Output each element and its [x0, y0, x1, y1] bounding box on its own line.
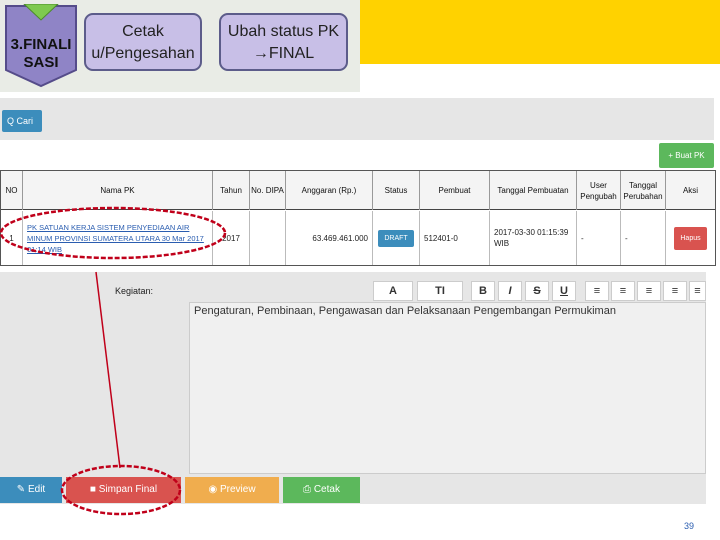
cell-tanggal-perubahan: -: [621, 211, 666, 265]
header-pembuat: Pembuat: [420, 171, 490, 210]
header-aksi: Aksi: [682, 186, 699, 195]
hapus-button[interactable]: Hapus: [674, 226, 707, 250]
simpan-final-label: Simpan Final: [98, 484, 158, 495]
edit-icon: ✎: [16, 484, 26, 495]
header-no-dipa: No. DIPA: [250, 171, 286, 210]
header-user-pengubah: User Pengubah: [577, 171, 621, 210]
page-number: 39: [684, 521, 695, 531]
save-icon: ■: [89, 484, 96, 495]
cell-tanggal-pembuatan: 2017-03-30 01:15:39 WIB: [490, 211, 577, 265]
text-height-dropdown[interactable]: TI: [417, 281, 463, 301]
align-left-icon[interactable]: ≡: [637, 281, 661, 301]
step-badge: 3.FINALI SASI: [4, 4, 78, 88]
add-pk-button[interactable]: + Buat PK: [659, 143, 714, 168]
header-tanggal-perubahan: Tanggal Perubahan: [621, 171, 666, 210]
action-bar: ✎ Edit ■ Simpan Final ◉ Preview ⎙ Cetak: [0, 476, 706, 504]
italic-button[interactable]: I: [498, 281, 522, 301]
kegiatan-label: Kegiatan:: [115, 286, 154, 296]
cell-user-pengubah: -: [577, 211, 621, 265]
header-anggaran: Anggaran (Rp.): [286, 171, 373, 210]
cetak-button[interactable]: ⎙ Cetak: [283, 477, 360, 503]
cell-status: DRAFT: [373, 211, 420, 265]
kegiatan-editor: Kegiatan: A TI B I S U ≡ ≡ ≡ ≡ ≡ Pengatu…: [0, 272, 706, 476]
step-label: 3.FINALI SASI: [10, 36, 72, 71]
underline-button[interactable]: U: [552, 281, 576, 301]
ubah-status-final-button[interactable]: Ubah status PK →FINAL: [219, 13, 348, 71]
yellow-highlight-box: [360, 0, 720, 64]
status-badge: DRAFT: [378, 229, 414, 247]
strikethrough-button[interactable]: S: [525, 281, 549, 301]
preview-button[interactable]: ◉ Preview: [185, 477, 279, 503]
kegiatan-textarea[interactable]: Pengaturan, Pembinaan, Pengawasan dan Pe…: [189, 302, 706, 474]
search-bar: Q Cari: [0, 98, 714, 140]
header-tanggal-pembuatan: Tanggal Pembuatan: [490, 171, 577, 210]
numbered-list-icon[interactable]: ≡: [611, 281, 635, 301]
header-nama-pk: Nama PK: [23, 171, 213, 210]
cell-anggaran: 63.469.461.000: [286, 211, 373, 265]
header-no: NO: [1, 171, 23, 210]
eye-icon: ◉: [208, 484, 218, 495]
search-button[interactable]: Q Cari: [2, 110, 42, 132]
header-tahun: Tahun: [213, 171, 250, 210]
align-right-icon[interactable]: ≡: [689, 281, 706, 301]
pk-name-link[interactable]: PK SATUAN KERJA SISTEM PENYEDIAAN AIR MI…: [23, 211, 213, 265]
edit-button[interactable]: ✎ Edit: [0, 477, 62, 503]
align-center-icon[interactable]: ≡: [663, 281, 687, 301]
table-header: NO Nama PK Tahun No. DIPA Anggaran (Rp.)…: [1, 171, 715, 210]
preview-label: Preview: [219, 484, 256, 495]
cell-tahun: 2017: [213, 211, 250, 265]
cell-no: 1: [1, 211, 23, 265]
slide: 3.FINALI SASI Cetak u/Pengesahan Ubah st…: [0, 0, 720, 540]
cell-pembuat: 512401-0: [420, 211, 490, 265]
cell-no-dipa: [250, 211, 286, 265]
bold-button[interactable]: B: [471, 281, 495, 301]
edit-label: Edit: [27, 484, 46, 495]
print-icon: ⎙: [303, 484, 312, 495]
pk-table: NO Nama PK Tahun No. DIPA Anggaran (Rp.)…: [0, 170, 716, 266]
font-size-dropdown[interactable]: A: [373, 281, 413, 301]
header-status: Status: [373, 171, 420, 210]
cetak-pengesahan-button[interactable]: Cetak u/Pengesahan: [84, 13, 202, 71]
simpan-final-button[interactable]: ■ Simpan Final: [66, 477, 181, 503]
cell-aksi: Hapus: [666, 211, 715, 265]
cetak-label: Cetak: [313, 484, 340, 495]
bullet-list-icon[interactable]: ≡: [585, 281, 609, 301]
